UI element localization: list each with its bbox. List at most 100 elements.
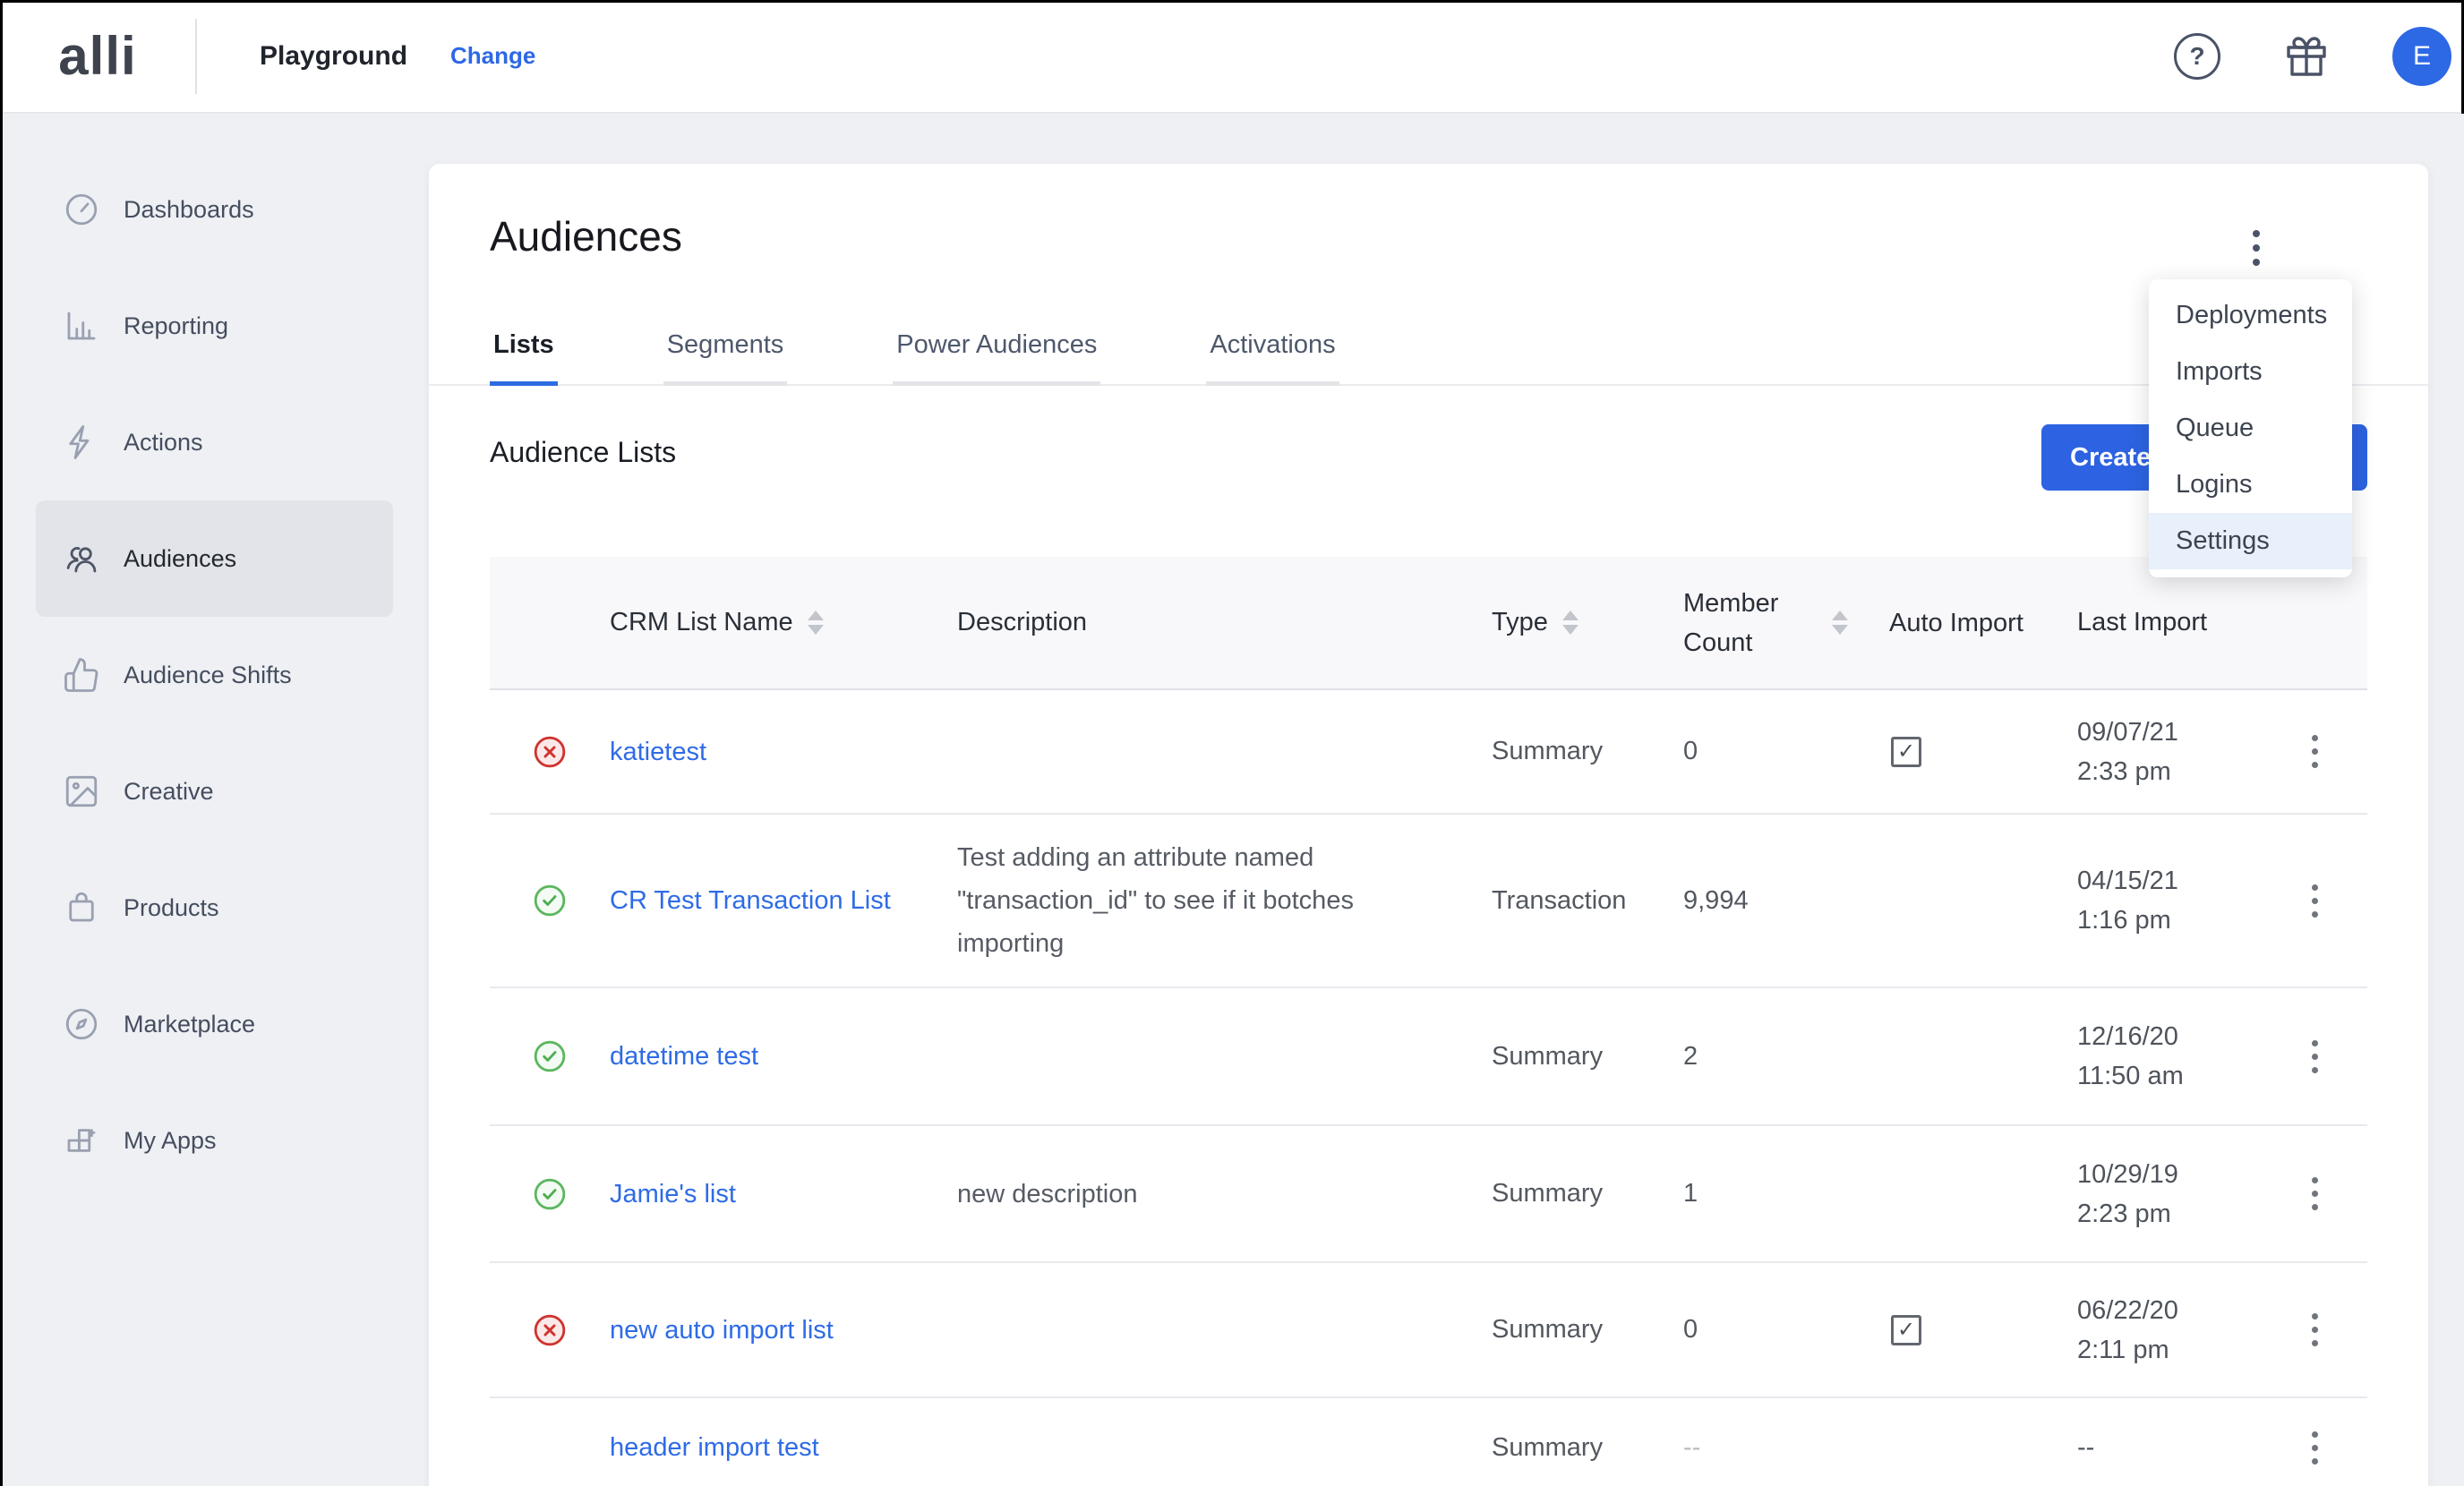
table-row: header import test Summary -- -- bbox=[490, 1398, 2367, 1486]
sidebar-item-marketplace[interactable]: Marketplace bbox=[36, 966, 393, 1082]
sidebar-item-audience-shifts[interactable]: Audience Shifts bbox=[36, 617, 393, 733]
card-header: Audiences bbox=[490, 164, 2367, 275]
workspace-name: Playground bbox=[260, 41, 407, 72]
window-edge-top bbox=[0, 0, 2464, 3]
topbar-actions: E bbox=[2174, 27, 2464, 86]
type-cell: Summary bbox=[1492, 1042, 1683, 1072]
section-title: Audience Lists bbox=[490, 436, 676, 469]
tab-segments[interactable]: Segments bbox=[663, 330, 788, 386]
menu-item-settings[interactable]: Settings bbox=[2149, 513, 2352, 569]
avatar-initial: E bbox=[2413, 41, 2431, 72]
row-actions-icon[interactable] bbox=[2305, 1170, 2367, 1217]
list-name-link[interactable]: CR Test Transaction List bbox=[610, 879, 891, 922]
tab-activations[interactable]: Activations bbox=[1206, 330, 1339, 386]
last-import-cell: 12/16/20 11:50 am bbox=[2077, 1017, 2292, 1096]
auto-import-checkbox[interactable] bbox=[1891, 1315, 1921, 1345]
status-cell bbox=[490, 1177, 610, 1211]
column-header-crm-list-name[interactable]: CRM List Name bbox=[610, 608, 957, 637]
table-header-row: CRM List Name Description Type Member Co… bbox=[490, 557, 2367, 690]
overflow-menu-icon[interactable] bbox=[2240, 221, 2272, 275]
sidebar-item-products[interactable]: Products bbox=[36, 850, 393, 966]
sidebar-item-label: Marketplace bbox=[124, 1011, 255, 1038]
image-icon bbox=[63, 773, 100, 810]
list-name-link[interactable]: datetime test bbox=[610, 1035, 758, 1078]
auto-import-checkbox[interactable] bbox=[1891, 737, 1921, 767]
row-actions-icon[interactable] bbox=[2305, 1033, 2367, 1080]
sidebar-item-label: Actions bbox=[124, 429, 203, 457]
status-cell bbox=[490, 1039, 610, 1073]
member-count-cell: 0 bbox=[1683, 1315, 1889, 1345]
column-header-member-count[interactable]: Member Count bbox=[1683, 584, 1889, 662]
shopping-bag-icon bbox=[63, 889, 100, 927]
help-icon[interactable] bbox=[2174, 33, 2220, 80]
bar-chart-icon bbox=[63, 307, 100, 345]
table-row: new auto import list Summary 0 06/22/20 … bbox=[490, 1263, 2367, 1398]
sidebar-item-label: Reporting bbox=[124, 312, 228, 340]
sidebar-nav: Dashboards Reporting Actions Audiences A… bbox=[0, 114, 429, 1486]
sidebar-item-my-apps[interactable]: My Apps bbox=[36, 1082, 393, 1199]
list-name-link[interactable]: header import test bbox=[610, 1426, 819, 1469]
menu-item-logins[interactable]: Logins bbox=[2149, 457, 2352, 513]
status-success-icon bbox=[533, 1177, 567, 1211]
column-header-description: Description bbox=[957, 608, 1492, 637]
row-actions-icon[interactable] bbox=[2305, 877, 2367, 925]
list-name-link[interactable]: new auto import list bbox=[610, 1309, 834, 1352]
apps-grid-icon bbox=[63, 1122, 100, 1159]
sidebar-item-reporting[interactable]: Reporting bbox=[36, 268, 393, 384]
menu-item-queue[interactable]: Queue bbox=[2149, 400, 2352, 457]
sidebar-item-creative[interactable]: Creative bbox=[36, 733, 393, 850]
audiences-tabs: Lists Segments Power Audiences Activatio… bbox=[429, 330, 2428, 386]
description-cell: new description bbox=[957, 1173, 1492, 1216]
sidebar-item-audiences[interactable]: Audiences bbox=[36, 500, 393, 617]
member-count-cell: 2 bbox=[1683, 1042, 1889, 1072]
window-edge-left bbox=[0, 0, 3, 1486]
list-name-link[interactable]: katietest bbox=[610, 730, 706, 773]
alli-logo[interactable]: alli bbox=[0, 25, 195, 87]
type-cell: Summary bbox=[1492, 1315, 1683, 1345]
row-actions-icon[interactable] bbox=[2305, 1424, 2367, 1472]
sort-icon bbox=[1832, 611, 1848, 635]
gift-icon[interactable] bbox=[2285, 35, 2328, 78]
member-count-cell: 9,994 bbox=[1683, 886, 1889, 916]
description-cell: Test adding an attribute named "transact… bbox=[957, 836, 1492, 965]
member-count-cell: 1 bbox=[1683, 1179, 1889, 1208]
status-error-icon bbox=[533, 735, 567, 769]
overflow-dropdown-menu: Deployments Imports Queue Logins Setting… bbox=[2149, 279, 2352, 577]
workspace-switcher: Playground Change bbox=[260, 41, 535, 72]
gauge-icon bbox=[63, 191, 100, 228]
status-success-icon bbox=[533, 1039, 567, 1073]
tab-lists[interactable]: Lists bbox=[490, 330, 558, 386]
tab-power-audiences[interactable]: Power Audiences bbox=[893, 330, 1100, 386]
people-icon bbox=[63, 540, 100, 577]
table-row: katietest Summary 0 09/07/21 2:33 pm bbox=[490, 690, 2367, 815]
type-cell: Summary bbox=[1492, 1179, 1683, 1208]
sidebar-item-dashboards[interactable]: Dashboards bbox=[36, 151, 393, 268]
page-title: Audiences bbox=[490, 210, 682, 262]
table-row: datetime test Summary 2 12/16/20 11:50 a… bbox=[490, 988, 2367, 1126]
user-avatar[interactable]: E bbox=[2392, 27, 2451, 86]
column-header-type[interactable]: Type bbox=[1492, 608, 1683, 637]
audience-lists-table: CRM List Name Description Type Member Co… bbox=[490, 557, 2367, 1486]
last-import-cell: -- bbox=[2077, 1428, 2292, 1467]
sidebar-item-label: Dashboards bbox=[124, 196, 254, 224]
last-import-cell: 06/22/20 2:11 pm bbox=[2077, 1291, 2292, 1370]
row-actions-icon[interactable] bbox=[2305, 728, 2367, 775]
table-row: CR Test Transaction List Test adding an … bbox=[490, 815, 2367, 988]
sidebar-item-label: Audience Shifts bbox=[124, 662, 292, 689]
row-actions-icon[interactable] bbox=[2305, 1306, 2367, 1354]
topbar: alli Playground Change E bbox=[0, 0, 2464, 114]
member-count-cell: -- bbox=[1683, 1433, 1889, 1463]
column-header-last-import: Last Import bbox=[2077, 608, 2292, 637]
change-workspace-link[interactable]: Change bbox=[450, 42, 535, 70]
list-name-link[interactable]: Jamie's list bbox=[610, 1173, 736, 1216]
sort-icon bbox=[1562, 611, 1578, 635]
menu-item-deployments[interactable]: Deployments bbox=[2149, 287, 2352, 344]
menu-item-imports[interactable]: Imports bbox=[2149, 344, 2352, 400]
list-toolbar: Audience Lists Create bbox=[490, 424, 2367, 491]
sidebar-item-label: Audiences bbox=[124, 545, 236, 573]
sidebar-item-label: Products bbox=[124, 894, 219, 922]
app-window: alli Playground Change E bbox=[0, 0, 2464, 1486]
column-header-auto-import: Auto Import bbox=[1889, 603, 2023, 643]
sidebar-item-label: Creative bbox=[124, 778, 214, 806]
sidebar-item-actions[interactable]: Actions bbox=[36, 384, 393, 500]
